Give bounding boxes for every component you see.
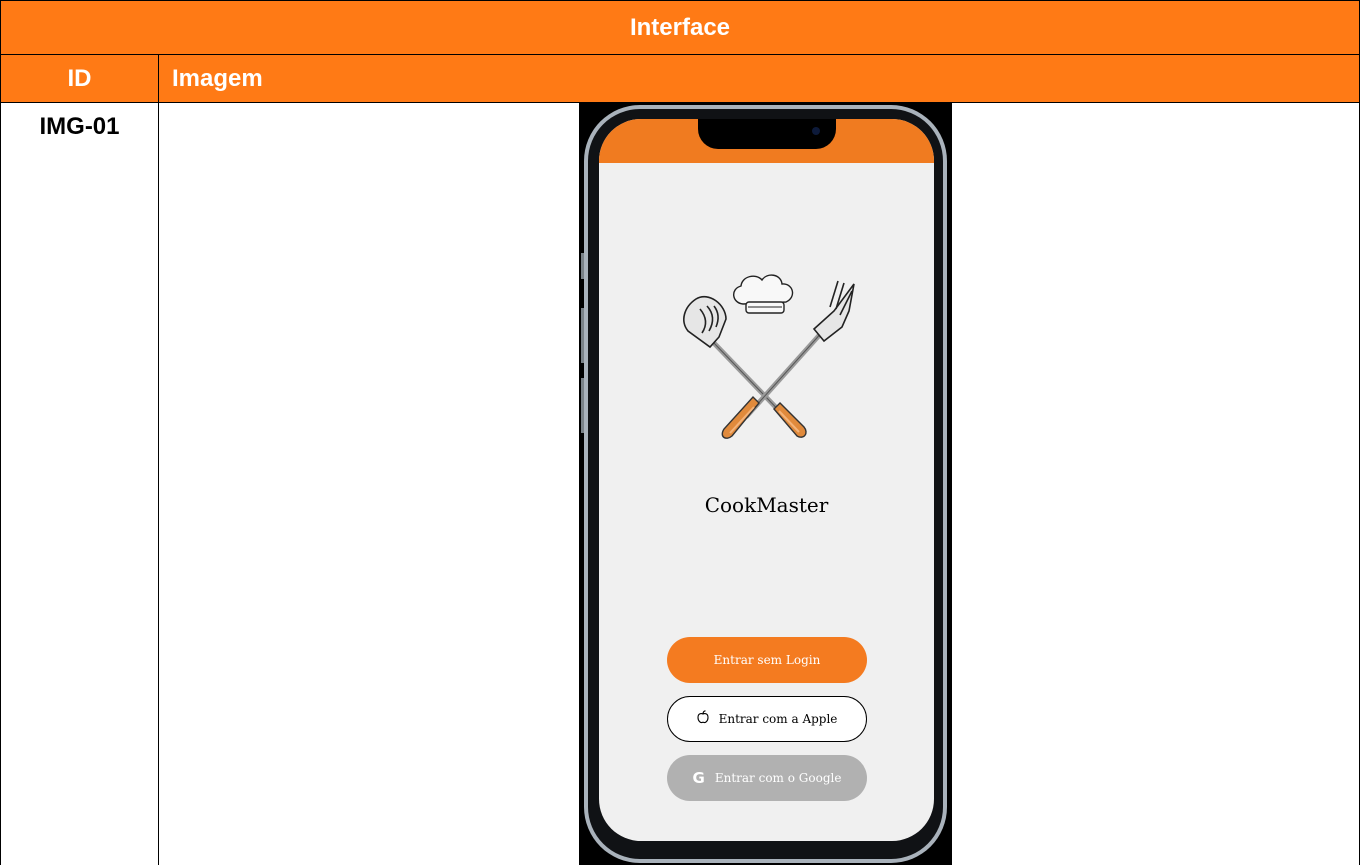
google-login-label: Entrar com o Google xyxy=(714,771,842,785)
guest-login-label: Entrar sem Login xyxy=(713,653,821,667)
phone-screen: CookMaster Entrar sem Login Entrar com a… xyxy=(599,119,934,841)
app-name: CookMaster xyxy=(704,493,829,517)
table-title: Interface xyxy=(629,14,731,41)
apple-login-button[interactable]: Entrar com a Apple xyxy=(667,696,867,742)
table-title-row: Interface xyxy=(0,0,1360,54)
crossed-spatula-fork-chef-hat-icon xyxy=(683,274,855,439)
header-image-label: Imagem xyxy=(172,65,263,92)
table-row: IMG-01 CookMaster Entrar sem Login Entra… xyxy=(0,102,1360,865)
interface-table: Interface ID Imagem IMG-01 CookMaster En… xyxy=(0,0,1360,865)
row-id: IMG-01 xyxy=(39,113,120,140)
phone-notch xyxy=(698,119,836,149)
header-id-label: ID xyxy=(67,65,92,92)
apple-icon xyxy=(697,710,709,728)
table-header-row: ID Imagem xyxy=(0,54,1360,102)
row-id-cell: IMG-01 xyxy=(1,103,159,865)
camera-icon xyxy=(812,127,820,135)
header-id-cell: ID xyxy=(1,55,159,102)
google-icon: G xyxy=(692,769,705,787)
guest-login-button[interactable]: Entrar sem Login xyxy=(667,637,867,683)
google-login-button[interactable]: G Entrar com o Google xyxy=(667,755,867,801)
apple-login-label: Entrar com a Apple xyxy=(718,712,838,726)
